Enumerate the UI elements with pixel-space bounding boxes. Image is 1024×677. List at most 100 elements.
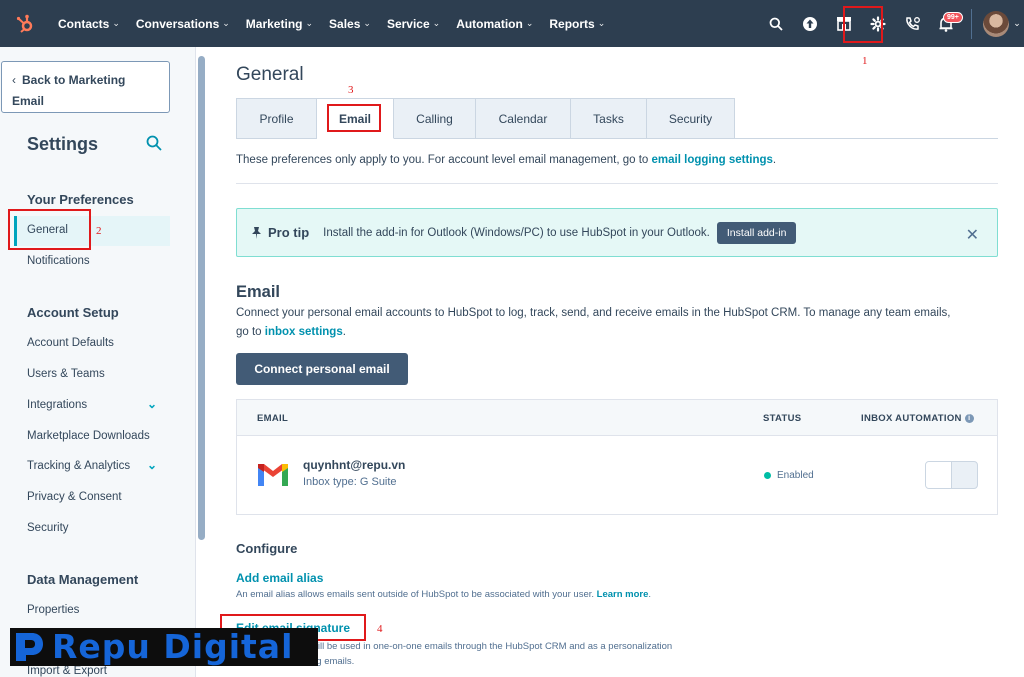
sidebar-title: Settings — [27, 134, 99, 154]
nav-marketing-label: Marketing — [245, 16, 303, 31]
annotation-number-1: 1 — [862, 55, 868, 67]
chevron-down-icon: ⌄ — [525, 18, 534, 28]
chevron-down-icon: ⌄ — [432, 18, 441, 28]
inbox-automation-toggle[interactable] — [925, 461, 978, 489]
search-icon[interactable] — [146, 135, 162, 156]
status-badge: Enabled — [764, 470, 814, 481]
tabs-divider — [734, 138, 998, 139]
email-address: quynhnt@repu.vn — [303, 458, 406, 472]
tab-profile[interactable]: Profile — [236, 98, 317, 139]
account-menu[interactable]: ⌄ — [980, 0, 1024, 47]
alias-description: An email alias allows emails sent outsid… — [236, 589, 651, 600]
chevron-down-icon: ⌄ — [305, 18, 314, 28]
notifications-icon[interactable]: 99+ — [929, 0, 963, 47]
sidebar-item-notifications[interactable]: Notifications — [27, 255, 90, 267]
notification-badge: 99+ — [943, 12, 963, 23]
annotation-number-2: 2 — [96, 225, 102, 237]
preferences-note: These preferences only apply to you. For… — [236, 154, 776, 166]
nav-reports-label: Reports — [549, 16, 595, 31]
page-title: General — [236, 64, 304, 85]
nav-sales[interactable]: Sales ⌄ — [321, 0, 379, 47]
annotation-number-4: 4 — [377, 623, 383, 635]
annotation-box-email-tab — [327, 104, 381, 132]
divider — [236, 183, 998, 184]
nav-contacts[interactable]: Contacts ⌄ — [50, 0, 128, 47]
connect-personal-email-button[interactable]: Connect personal email — [236, 353, 408, 385]
pro-tip-banner: Pro tip Install the add-in for Outlook (… — [236, 208, 998, 257]
sidebar-item-security[interactable]: Security — [27, 522, 69, 534]
info-icon[interactable]: i — [964, 414, 974, 423]
annotation-box-general — [8, 209, 91, 250]
close-icon[interactable]: ✕ — [966, 225, 979, 245]
section-data-management: Data Management — [27, 572, 139, 587]
nav-service[interactable]: Service ⌄ — [379, 0, 448, 47]
column-inbox-automation-label: INBOX AUTOMATION — [861, 413, 962, 424]
email-logging-settings-link[interactable]: email logging settings — [652, 154, 773, 166]
calling-icon[interactable] — [895, 0, 929, 47]
chevron-down-icon: ⌄ — [112, 18, 120, 28]
status-dot-icon — [764, 472, 771, 479]
section-your-preferences: Your Preferences — [27, 192, 134, 207]
alias-description-end: . — [648, 589, 652, 600]
nav-conversations[interactable]: Conversations ⌄ — [128, 0, 238, 47]
chevron-down-icon: ⌄ — [363, 18, 371, 28]
nav-contacts-label: Contacts — [58, 16, 110, 31]
back-button-label: Back to Marketing Email — [12, 73, 126, 108]
gmail-icon — [256, 462, 290, 493]
email-description-end: . — [342, 326, 346, 338]
chevron-down-icon[interactable]: ⌄ — [147, 397, 157, 411]
nav-automation[interactable]: Automation ⌄ — [448, 0, 541, 47]
pro-tip-title: Pro tip — [251, 225, 309, 240]
column-status: STATUS — [763, 413, 802, 424]
nav-service-label: Service — [386, 16, 430, 31]
nav-conversations-label: Conversations — [135, 16, 220, 31]
email-accounts-table: EMAIL STATUS INBOX AUTOMATION i quynhnt@r… — [236, 399, 998, 515]
settings-sidebar: ‹ Back to Marketing Email Settings Your P… — [0, 47, 196, 677]
preferences-note-end: . — [772, 154, 777, 166]
tab-tasks[interactable]: Tasks — [571, 98, 647, 139]
settings-tabs: Profile Email Calling Calendar Tasks Sec… — [236, 98, 735, 139]
email-section-description: Connect your personal email accounts to … — [236, 304, 956, 342]
pro-tip-title-text: Pro tip — [268, 225, 310, 240]
install-add-in-button[interactable]: Install add-in — [716, 221, 797, 244]
chevron-down-icon: ⌄ — [222, 18, 230, 28]
chevron-down-icon: ⌄ — [1013, 18, 1021, 28]
sidebar-item-account-defaults[interactable]: Account Defaults — [27, 337, 114, 349]
nav-marketing[interactable]: Marketing ⌄ — [238, 0, 321, 47]
tab-calling[interactable]: Calling — [394, 98, 476, 139]
learn-more-link[interactable]: Learn more — [597, 589, 649, 600]
preferences-note-text: These preferences only apply to you. For… — [236, 154, 652, 166]
pro-tip-text: Install the add-in for Outlook (Windows/… — [323, 226, 710, 239]
nav-divider — [971, 8, 972, 39]
inbox-settings-link[interactable]: inbox settings — [265, 326, 343, 338]
watermark-text: Repu Digital — [52, 627, 294, 666]
search-icon[interactable] — [759, 0, 793, 47]
back-to-marketing-email-button[interactable]: ‹ Back to Marketing Email — [1, 61, 170, 113]
sidebar-item-integrations[interactable]: Integrations — [27, 399, 87, 411]
sidebar-item-import-export[interactable]: Import & Export — [27, 665, 107, 677]
repu-digital-logo-icon — [16, 633, 43, 661]
add-email-alias-link[interactable]: Add email alias — [236, 571, 323, 585]
sidebar-item-properties[interactable]: Properties — [27, 604, 79, 616]
upgrade-icon[interactable] — [793, 0, 827, 47]
sidebar-item-marketplace-downloads[interactable]: Marketplace Downloads — [27, 430, 150, 442]
nav-automation-label: Automation — [456, 16, 523, 31]
inbox-type: Inbox type: G Suite — [303, 476, 397, 488]
avatar — [983, 10, 1010, 37]
nav-reports[interactable]: Reports ⌄ — [541, 0, 613, 47]
tab-security[interactable]: Security — [647, 98, 735, 139]
sidebar-item-tracking-analytics[interactable]: Tracking & Analytics — [27, 460, 130, 472]
pin-icon — [252, 226, 261, 239]
nav-sales-label: Sales — [329, 16, 361, 31]
section-account-setup: Account Setup — [27, 305, 119, 320]
nav-utilities: 99+ ⌄ — [759, 0, 1024, 47]
tab-calendar[interactable]: Calendar — [476, 98, 571, 139]
sidebar-item-users-teams[interactable]: Users & Teams — [27, 368, 105, 380]
chevron-down-icon: ⌄ — [597, 18, 606, 28]
chevron-down-icon[interactable]: ⌄ — [147, 458, 157, 472]
status-text: Enabled — [777, 470, 814, 481]
hubspot-logo-icon[interactable] — [0, 0, 50, 47]
toggle-knob — [926, 462, 952, 488]
sidebar-item-privacy-consent[interactable]: Privacy & Consent — [27, 491, 122, 503]
sidebar-scrollbar[interactable] — [198, 56, 205, 540]
